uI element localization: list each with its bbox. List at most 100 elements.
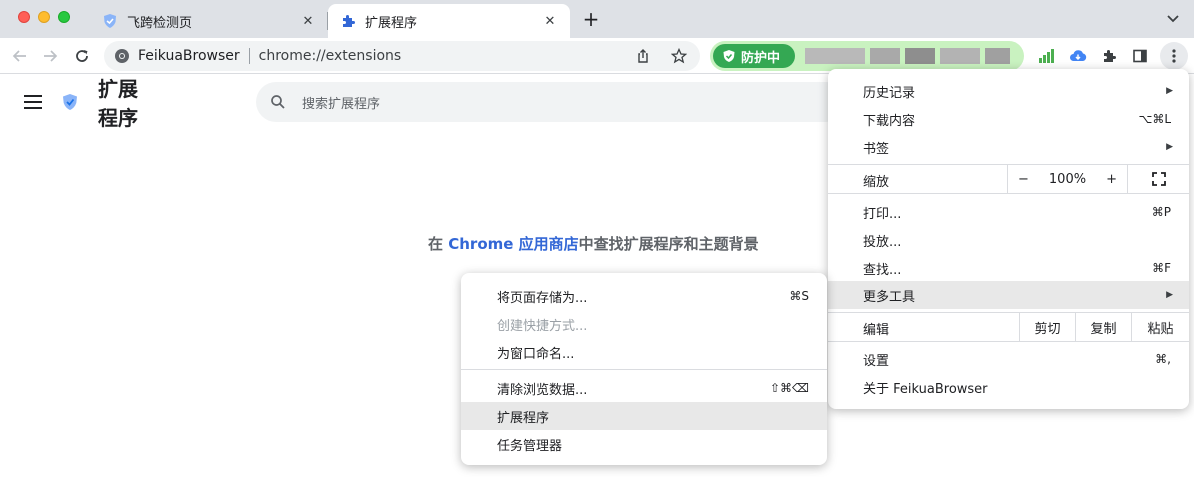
arrow-left-icon — [12, 50, 26, 62]
chrome-web-store-link[interactable]: Chrome 应用商店 — [448, 235, 578, 253]
submenu-item-extensions[interactable]: 扩展程序 — [461, 402, 827, 430]
menu-item-label: 打印... — [863, 206, 902, 222]
menu-item-settings[interactable]: 设置 ⌘, — [828, 345, 1189, 373]
menu-item-history[interactable]: 历史记录 ▶ — [828, 77, 1189, 105]
shortcut-label: ⌘S — [789, 289, 809, 303]
zoom-controls: − 100% + — [1007, 165, 1127, 193]
zoom-label: 缩放 — [863, 175, 890, 190]
shortcut-label: ⌘, — [1155, 352, 1171, 366]
tab-title: 飞跨检测页 — [127, 15, 193, 31]
reload-button[interactable] — [70, 44, 94, 68]
close-icon[interactable]: ✕ — [300, 13, 316, 29]
copy-button[interactable]: 复制 — [1075, 313, 1131, 341]
menu-item-label: 任务管理器 — [497, 438, 563, 454]
menu-item-label: 清除浏览数据... — [497, 382, 588, 398]
reload-icon — [76, 50, 88, 62]
submenu-item-save-page[interactable]: 将页面存储为... ⌘S — [461, 282, 827, 310]
blurred-content — [870, 48, 900, 64]
extensions-search-input[interactable]: 搜索扩展程序 — [256, 82, 846, 122]
menu-separator — [828, 193, 1189, 194]
menu-item-label: 下载内容 — [863, 113, 916, 129]
submenu-item-task-manager[interactable]: 任务管理器 — [461, 430, 827, 458]
page-title-line: 扩展 — [98, 77, 138, 101]
blurred-content — [905, 48, 935, 64]
back-button[interactable] — [8, 44, 32, 68]
submenu-item-clear-data[interactable]: 清除浏览数据... ⇧⌘⌫ — [461, 374, 827, 402]
menu-item-label: 为窗口命名... — [497, 346, 575, 362]
menu-item-bookmarks[interactable]: 书签 ▶ — [828, 133, 1189, 161]
store-suffix: 中查找扩展程序和主题背景 — [578, 235, 759, 253]
minimize-window-button[interactable] — [38, 11, 50, 23]
main-menu: 历史记录 ▶ 下载内容 ⌥⌘L 书签 ▶ 缩放 − 100% + 打印... ⌘… — [828, 69, 1189, 409]
menu-separator — [461, 369, 827, 370]
blurred-content — [985, 48, 1010, 64]
cloud-download-icon[interactable] — [1066, 44, 1090, 68]
extensions-logo-icon — [62, 93, 78, 111]
side-panel-icon[interactable] — [1128, 44, 1152, 68]
edit-label: 编辑 — [863, 323, 890, 338]
signal-bars-icon[interactable] — [1034, 44, 1058, 68]
menu-item-more-tools[interactable]: 更多工具 ▶ — [828, 281, 1189, 309]
protection-badge[interactable]: 防护中 — [713, 44, 795, 68]
arrow-right-icon — [44, 50, 58, 62]
cut-button[interactable]: 剪切 — [1019, 313, 1075, 341]
puzzle-icon[interactable] — [1097, 44, 1121, 68]
menu-item-downloads[interactable]: 下载内容 ⌥⌘L — [828, 105, 1189, 133]
tab-strip: 飞跨检测页 ✕ 扩展程序 ✕ + — [0, 0, 1194, 38]
site-name: FeikuaBrowser — [138, 48, 240, 64]
hamburger-menu-icon[interactable] — [24, 95, 42, 109]
close-window-button[interactable] — [18, 11, 30, 23]
chevron-right-icon: ▶ — [1166, 290, 1173, 300]
shortcut-label: ⌘F — [1152, 261, 1171, 275]
tab-extensions[interactable]: 扩展程序 ✕ — [328, 4, 570, 38]
more-menu-button[interactable] — [1160, 42, 1188, 70]
menu-item-label: 投放... — [863, 234, 902, 250]
menu-item-find[interactable]: 查找... ⌘F — [828, 254, 1189, 282]
protection-status-pill[interactable]: 防护中 — [710, 41, 1024, 71]
search-placeholder: 搜索扩展程序 — [302, 96, 381, 112]
close-icon[interactable]: ✕ — [542, 13, 558, 29]
tab-feikua-check[interactable]: 飞跨检测页 ✕ — [90, 4, 328, 38]
menu-edit-row: 编辑 剪切 复制 粘贴 — [828, 313, 1189, 341]
menu-item-label: 更多工具 — [863, 289, 916, 305]
submenu-item-create-shortcut: 创建快捷方式... — [461, 310, 827, 338]
fullscreen-button[interactable] — [1127, 165, 1189, 193]
divider — [248, 48, 250, 64]
protection-label: 防护中 — [741, 50, 781, 66]
shortcut-label: ⌘P — [1151, 205, 1171, 219]
blurred-content — [805, 48, 865, 64]
menu-item-label: 设置 — [863, 353, 890, 369]
paste-button[interactable]: 粘贴 — [1131, 313, 1189, 341]
star-icon[interactable] — [668, 45, 690, 67]
zoom-window-button[interactable] — [58, 11, 70, 23]
new-tab-button[interactable]: + — [580, 7, 602, 31]
page-title-line: 程序 — [98, 106, 138, 130]
menu-item-cast[interactable]: 投放... — [828, 226, 1189, 254]
chevron-right-icon: ▶ — [1166, 86, 1173, 96]
chevron-right-icon: ▶ — [1166, 142, 1173, 152]
shortcut-label: ⇧⌘⌫ — [769, 381, 809, 395]
url-text[interactable]: chrome://extensions — [259, 48, 618, 64]
menu-item-label: 关于 FeikuaBrowser — [863, 381, 988, 397]
chevron-down-icon[interactable] — [1164, 9, 1182, 27]
shortcut-label: ⌥⌘L — [1138, 112, 1171, 126]
zoom-value: 100% — [1048, 171, 1087, 187]
menu-item-label: 将页面存储为... — [497, 290, 588, 306]
zoom-out-button[interactable]: − — [1018, 172, 1029, 187]
share-icon[interactable] — [632, 45, 654, 67]
search-icon — [271, 95, 285, 109]
zoom-in-button[interactable]: + — [1106, 172, 1117, 187]
menu-item-about[interactable]: 关于 FeikuaBrowser — [828, 373, 1189, 401]
shield-icon — [723, 50, 735, 62]
menu-item-label: 扩展程序 — [497, 410, 550, 426]
submenu-item-name-window[interactable]: 为窗口命名... — [461, 338, 827, 366]
menu-item-label: 查找... — [863, 262, 902, 278]
puzzle-icon — [340, 13, 356, 29]
address-bar[interactable]: FeikuaBrowser chrome://extensions — [104, 41, 700, 71]
chrome-icon — [114, 48, 130, 64]
page-title: 扩展 程序 — [98, 75, 158, 133]
shield-icon — [102, 13, 118, 29]
forward-button[interactable] — [38, 44, 62, 68]
menu-separator — [828, 341, 1189, 342]
menu-item-print[interactable]: 打印... ⌘P — [828, 198, 1189, 226]
